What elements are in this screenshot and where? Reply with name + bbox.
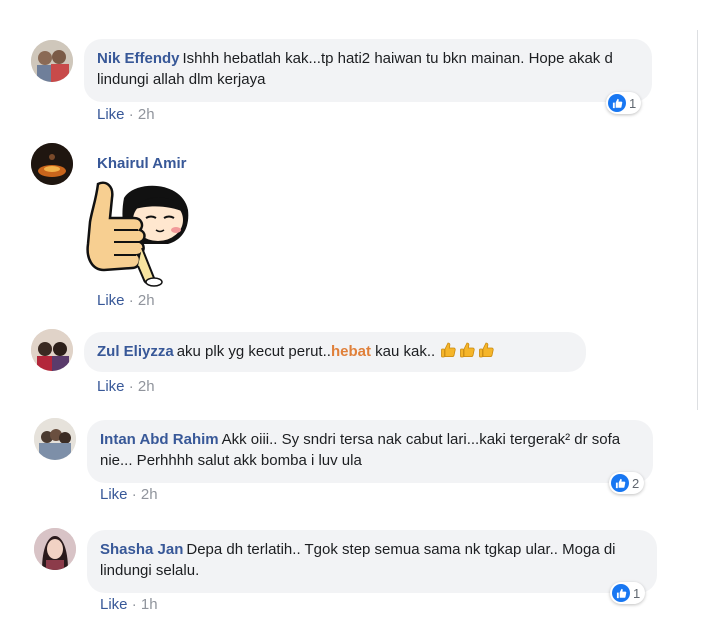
- avatar[interactable]: [34, 528, 76, 570]
- comment-bubble: Nik Effendy Ishhh hebatlah kak...tp hati2…: [84, 39, 652, 102]
- reaction-count[interactable]: 1: [606, 92, 642, 114]
- meta-separator: ·: [124, 378, 138, 395]
- thumbs-up-emoji: [440, 341, 458, 365]
- comment-meta: Like · 2h: [97, 292, 155, 309]
- comment-meta: Like · 2h: [100, 486, 158, 503]
- avatar[interactable]: [31, 143, 73, 185]
- comment-text-after: kau kak..: [370, 343, 436, 360]
- thumbs-up-emoji: [478, 341, 496, 365]
- reaction-count-value: 1: [633, 585, 641, 601]
- reaction-count-value: 1: [629, 95, 637, 111]
- like-link[interactable]: Like: [100, 486, 128, 503]
- comment-author[interactable]: Zul Eliyzza: [97, 343, 174, 360]
- comment-bubble: Shasha Jan Depa dh terlatih.. Tgok step s…: [87, 530, 657, 593]
- reaction-count[interactable]: 2: [609, 472, 645, 494]
- comment-time[interactable]: 2h: [138, 106, 155, 123]
- avatar[interactable]: [31, 40, 73, 82]
- comment-time[interactable]: 2h: [141, 486, 158, 503]
- like-link[interactable]: Like: [100, 596, 128, 613]
- meta-separator: ·: [124, 292, 138, 309]
- like-link[interactable]: Like: [97, 292, 125, 309]
- like-reaction-icon: [611, 474, 629, 492]
- avatar[interactable]: [34, 418, 76, 460]
- comment-meta: Like · 2h: [97, 378, 155, 395]
- comment-author[interactable]: Nik Effendy: [97, 50, 180, 67]
- thumbs-up-girl-sticker: [84, 178, 194, 288]
- reaction-count[interactable]: 1: [610, 582, 646, 604]
- comment-author[interactable]: Intan Abd Rahim: [100, 431, 219, 448]
- like-reaction-icon: [612, 584, 630, 602]
- comment-time[interactable]: 2h: [138, 292, 155, 309]
- comment-text: aku plk yg kecut perut..: [176, 343, 331, 360]
- comment-author[interactable]: Shasha Jan: [100, 541, 183, 558]
- like-reaction-icon: [608, 94, 626, 112]
- comment-meta: Like · 2h: [97, 106, 155, 123]
- like-link[interactable]: Like: [97, 106, 125, 123]
- scroll-divider: [697, 30, 698, 410]
- comment-author[interactable]: Khairul Amir: [97, 155, 186, 172]
- like-link[interactable]: Like: [97, 378, 125, 395]
- reaction-count-value: 2: [632, 475, 640, 491]
- thumbs-up-emoji: [459, 341, 477, 365]
- comment-meta: Like · 1h: [100, 596, 158, 613]
- comment-bubble: Intan Abd Rahim Akk oiii.. Sy sndri tersa…: [87, 420, 653, 483]
- meta-separator: ·: [124, 106, 138, 123]
- meta-separator: ·: [127, 596, 141, 613]
- comment-time[interactable]: 1h: [141, 596, 158, 613]
- comment-bubble: Zul Eliyzza aku plk yg kecut perut..hebat…: [84, 332, 586, 372]
- avatar[interactable]: [31, 329, 73, 371]
- highlighted-word: hebat: [330, 343, 371, 360]
- comment-time[interactable]: 2h: [138, 378, 155, 395]
- meta-separator: ·: [127, 486, 141, 503]
